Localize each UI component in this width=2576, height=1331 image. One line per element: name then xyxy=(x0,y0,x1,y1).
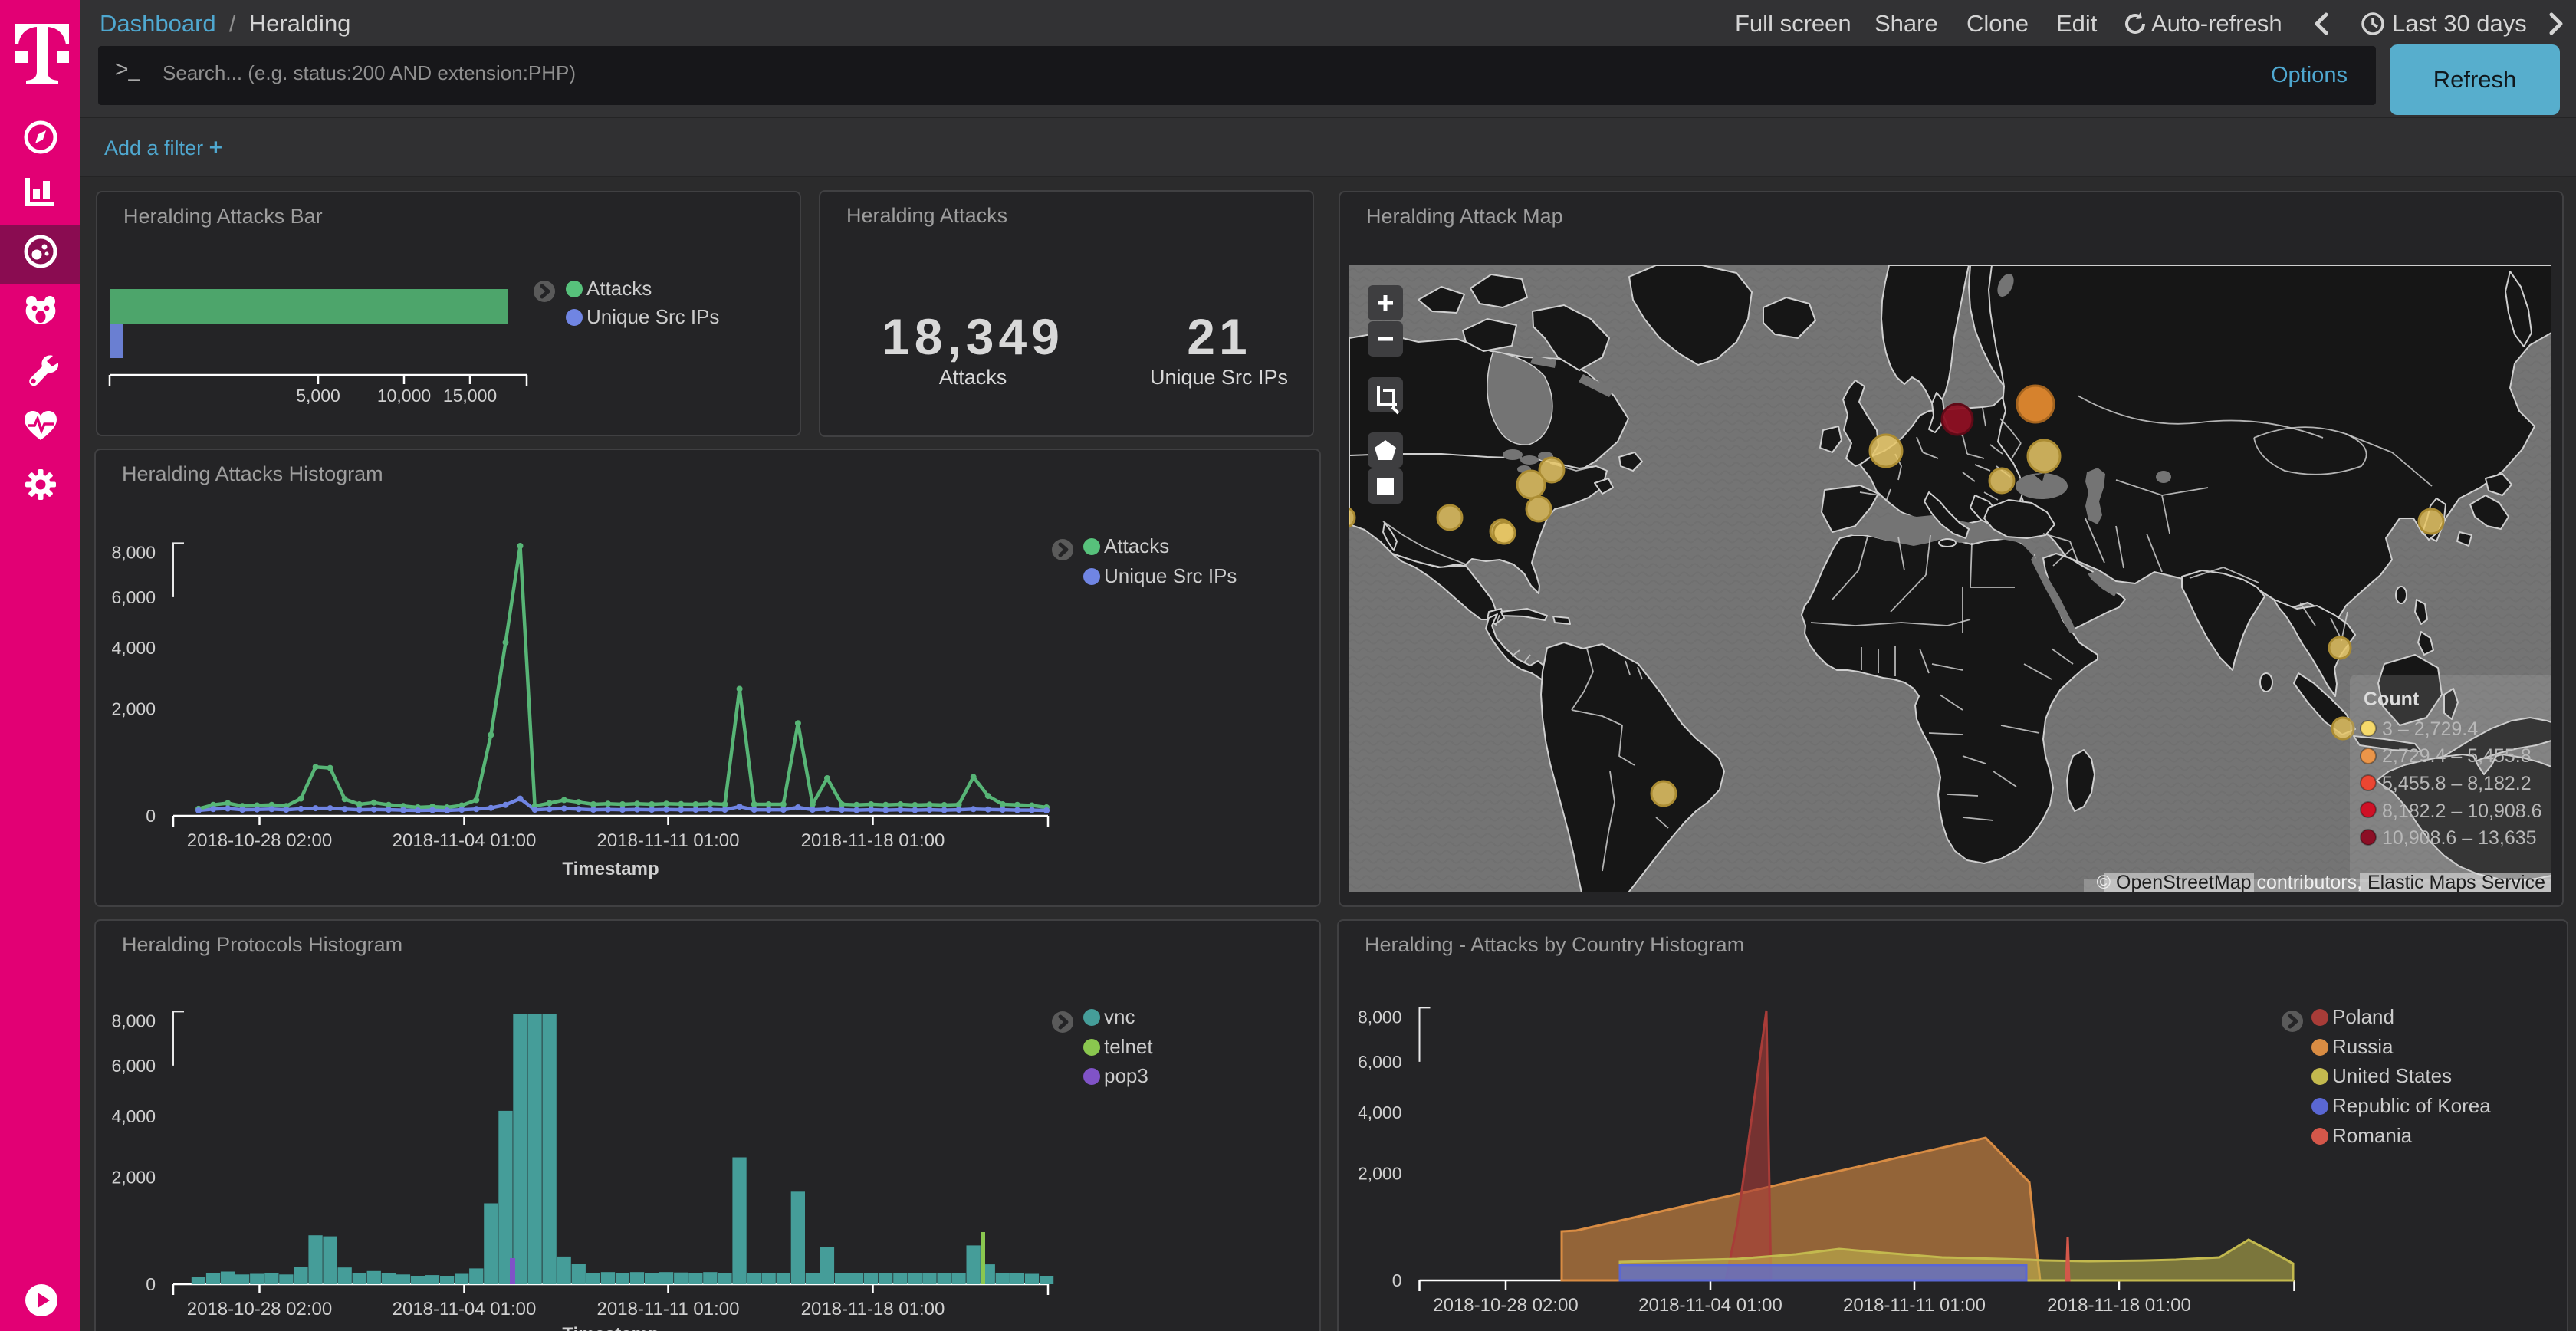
svg-text:5,455.8 – 8,182.2: 5,455.8 – 8,182.2 xyxy=(2382,773,2532,794)
svg-text:10,908.6 – 13,635: 10,908.6 – 13,635 xyxy=(2382,827,2537,849)
svg-text:© OpenStreetMap contributors,: © OpenStreetMap contributors, Elastic Ma… xyxy=(2097,872,2545,892)
svg-text:2,729.4 – 5,455.8: 2,729.4 – 5,455.8 xyxy=(2382,745,2532,767)
svg-text:8,182.2 – 10,908.6: 8,182.2 – 10,908.6 xyxy=(2382,800,2542,822)
svg-text:Count: Count xyxy=(2364,689,2420,710)
svg-text:3 – 2,729.4: 3 – 2,729.4 xyxy=(2382,718,2478,740)
